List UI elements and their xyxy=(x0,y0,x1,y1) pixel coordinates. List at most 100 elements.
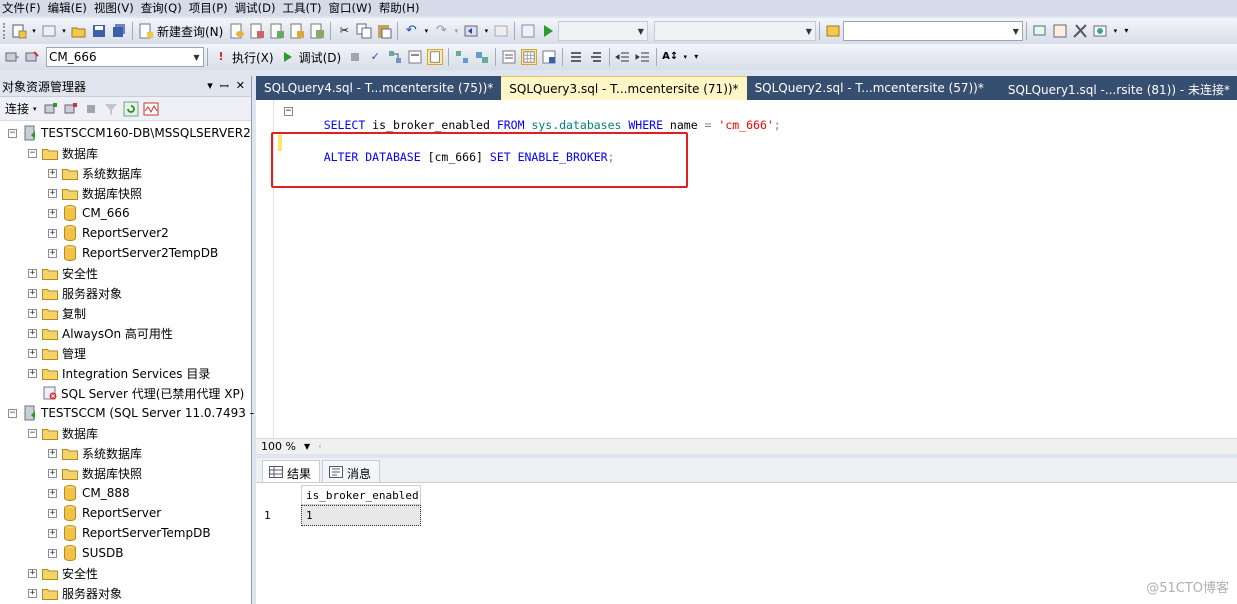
search-combo[interactable]: ▼ xyxy=(843,21,1024,41)
open-folder-icon[interactable] xyxy=(71,23,87,39)
new-query-button[interactable]: 新建查询(N) xyxy=(157,23,223,40)
column-header[interactable]: is_broker_enabled xyxy=(301,485,421,505)
tab-sqlquery4[interactable]: SQLQuery4.sql - T...mcentersite (75))* xyxy=(256,76,501,100)
tree-node-management-folder[interactable]: + 管理 xyxy=(28,343,86,363)
expand-icon[interactable]: + xyxy=(28,288,37,298)
expand-icon[interactable]: + xyxy=(48,168,57,178)
new-project-icon[interactable] xyxy=(11,23,27,39)
results-to-text-icon[interactable] xyxy=(501,49,517,65)
parse-icon[interactable]: ✓ xyxy=(367,49,383,65)
tree-node-database-snapshots-folder[interactable]: + 数据库快照 xyxy=(48,463,142,483)
decrease-indent-icon[interactable] xyxy=(615,49,631,65)
tree-node-database-node[interactable]: + ReportServer2TempDB xyxy=(48,243,218,263)
collapse-icon[interactable]: − xyxy=(28,428,37,438)
find-in-files-icon[interactable] xyxy=(825,23,841,39)
tree-node-server-node[interactable]: − TESTSCCM (SQL Server 11.0.7493 - xyxy=(8,403,254,423)
available-databases-dropdown[interactable]: CM_666 ▼ xyxy=(46,47,204,67)
menu-debug[interactable]: 调试(D) xyxy=(233,0,281,16)
menu-query[interactable]: 查询(Q) xyxy=(139,0,187,16)
specify-template-values-icon[interactable]: A↕ xyxy=(662,49,678,65)
database-engine-query-icon[interactable] xyxy=(229,23,245,39)
debug-button[interactable]: 调试(D) xyxy=(299,49,342,66)
expand-icon[interactable]: + xyxy=(48,208,57,218)
display-estimated-plan-icon[interactable] xyxy=(387,49,403,65)
results-to-grid-icon[interactable] xyxy=(521,49,538,65)
expand-icon[interactable]: + xyxy=(28,568,37,578)
menu-file[interactable]: 文件(F) xyxy=(0,0,46,16)
cut-icon[interactable]: ✂ xyxy=(336,23,352,39)
tree-node-server-objects-folder[interactable]: + 服务器对象 xyxy=(28,283,122,303)
connect-object-explorer-icon[interactable] xyxy=(43,101,59,117)
menu-tools[interactable]: 工具(T) xyxy=(280,0,326,16)
uncomment-icon[interactable] xyxy=(588,49,604,65)
tree-node-security-folder[interactable]: + 安全性 xyxy=(28,263,98,283)
save-icon[interactable] xyxy=(91,23,107,39)
chevron-down-icon[interactable]: ▾ xyxy=(61,23,67,39)
tab-sqlquery2[interactable]: SQLQuery2.sql - T...mcentersite (57))* xyxy=(747,76,992,100)
xmla-query-icon[interactable] xyxy=(289,23,305,39)
chevron-down-icon[interactable]: ▾ xyxy=(483,23,489,39)
registered-servers-icon[interactable] xyxy=(1032,23,1048,39)
expand-icon[interactable]: + xyxy=(28,588,37,598)
tree-node-databases-folder[interactable]: − 数据库 xyxy=(28,143,98,163)
include-actual-plan-icon[interactable] xyxy=(454,49,470,65)
collapse-icon[interactable]: − xyxy=(284,107,293,116)
refresh-icon[interactable] xyxy=(123,101,139,117)
expand-icon[interactable]: + xyxy=(48,508,57,518)
expand-icon[interactable]: + xyxy=(48,528,57,538)
tab-sqlquery1[interactable]: SQLQuery1.sql -...rsite (81)) - 未连接* xyxy=(1000,76,1237,100)
tree-node-database-node[interactable]: + ReportServer xyxy=(48,503,161,523)
tree-node-database-node[interactable]: + CM_888 xyxy=(48,483,130,503)
tree-node-integration-services-folder[interactable]: + Integration Services 目录 xyxy=(28,363,210,383)
window-position-icon[interactable]: ▾ xyxy=(207,79,213,94)
tree-node-database-node[interactable]: + ReportServerTempDB xyxy=(48,523,211,543)
menu-project[interactable]: 项目(P) xyxy=(187,0,233,16)
intellisense-icon[interactable] xyxy=(427,49,444,65)
pin-icon[interactable]: ꟷ xyxy=(220,79,229,94)
change-connection-icon[interactable] xyxy=(24,49,40,65)
menu-help[interactable]: 帮助(H) xyxy=(377,0,425,16)
toolbar-options-icon[interactable]: ▾ xyxy=(1122,23,1130,39)
tree-node-database-node[interactable]: + CM_666 xyxy=(48,203,130,223)
tree-node-server-node[interactable]: − TESTSCCM160-DB\MSSQLSERVER2 xyxy=(8,123,251,143)
tree-node-system-databases-folder[interactable]: + 系统数据库 xyxy=(48,443,142,463)
analysis-query-icon[interactable] xyxy=(249,23,265,39)
collapse-icon[interactable]: − xyxy=(8,408,17,418)
tree-node-sql-agent-node[interactable]: SQL Server 代理(已禁用代理 XP) xyxy=(28,383,244,403)
expand-icon[interactable]: + xyxy=(48,248,57,258)
activity-monitor-icon[interactable] xyxy=(143,101,159,117)
chevron-down-icon[interactable]: ▾ xyxy=(682,49,688,65)
connect-icon[interactable] xyxy=(4,49,20,65)
tree-node-replication-folder[interactable]: + 复制 xyxy=(28,303,86,323)
save-all-icon[interactable] xyxy=(111,23,127,39)
start-icon[interactable] xyxy=(540,23,556,39)
add-item-icon[interactable] xyxy=(41,23,57,39)
chevron-down-icon[interactable]: ▾ xyxy=(423,23,429,39)
expand-icon[interactable]: + xyxy=(48,468,57,478)
connect-button[interactable]: 连接 xyxy=(5,100,29,117)
disconnect-icon[interactable] xyxy=(63,101,79,117)
expand-icon[interactable]: + xyxy=(28,328,37,338)
tree-node-database-node[interactable]: + ReportServer2 xyxy=(48,223,169,243)
execute-icon[interactable]: ! xyxy=(213,49,229,65)
tab-sqlquery3[interactable]: SQLQuery3.sql - T...mcentersite (71))* xyxy=(501,76,747,100)
row-number[interactable]: 1 xyxy=(264,509,271,522)
solution-configurations-icon[interactable] xyxy=(520,23,536,39)
expand-icon[interactable]: + xyxy=(28,348,37,358)
tree-node-system-databases-folder[interactable]: + 系统数据库 xyxy=(48,163,142,183)
tree-node-alwayson-folder[interactable]: + AlwaysOn 高可用性 xyxy=(28,323,173,343)
menu-view[interactable]: 视图(V) xyxy=(92,0,139,16)
query-options-icon[interactable] xyxy=(407,49,423,65)
navigate-backward-icon[interactable] xyxy=(463,23,479,39)
menu-window[interactable]: 窗口(W) xyxy=(326,0,376,16)
execute-button[interactable]: 执行(X) xyxy=(232,49,274,66)
tools-icon[interactable] xyxy=(1072,23,1088,39)
dmx-query-icon[interactable] xyxy=(309,23,325,39)
properties-icon[interactable] xyxy=(1092,23,1108,39)
chevron-down-icon[interactable]: ▾ xyxy=(33,105,37,113)
tree-node-server-objects-folder[interactable]: + 服务器对象 xyxy=(28,583,122,603)
menu-edit[interactable]: 编辑(E) xyxy=(46,0,92,16)
expand-icon[interactable]: + xyxy=(28,368,37,378)
new-query-icon[interactable] xyxy=(138,23,154,39)
collapse-icon[interactable]: − xyxy=(8,128,17,138)
